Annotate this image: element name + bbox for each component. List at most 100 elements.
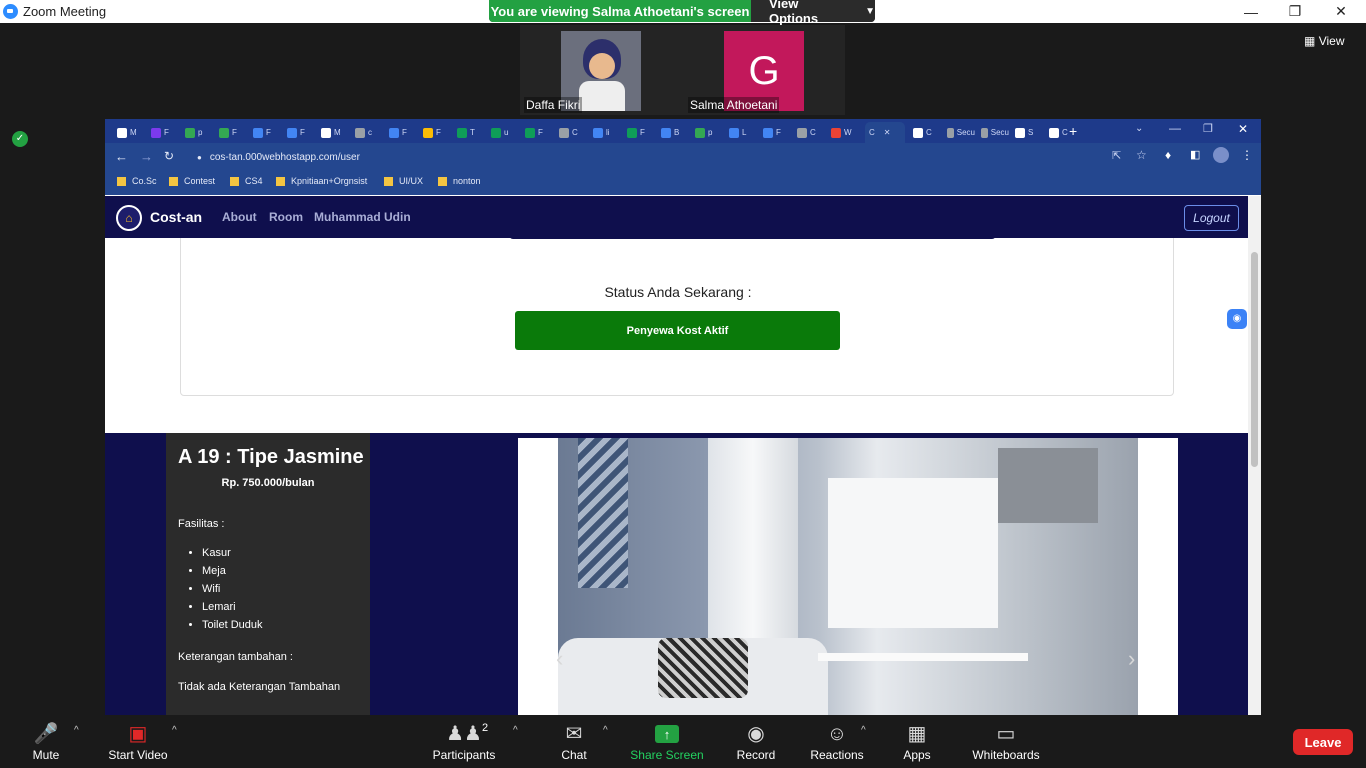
browser-minimize-icon[interactable]: — (1169, 121, 1181, 135)
whiteboards-button[interactable]: ▭ Whiteboards (970, 715, 1042, 768)
browser-close-icon[interactable]: ✕ (1238, 122, 1248, 136)
chat-icon: ✉ (565, 723, 583, 745)
browser-tab[interactable]: Secu (943, 122, 975, 143)
bookmark-folder[interactable]: UI/UX (384, 176, 423, 186)
tab-close-icon[interactable]: ✕ (884, 128, 891, 137)
browser-tab[interactable]: M (317, 122, 349, 143)
bookmark-folder[interactable]: CS4 (230, 176, 263, 186)
home-logo-icon[interactable]: ⌂ (116, 205, 142, 231)
reload-icon[interactable]: ↻ (164, 149, 174, 163)
back-icon[interactable]: ← (115, 149, 128, 164)
bookmark-folder[interactable]: Kpnitiaan+Orgnsist (276, 176, 367, 186)
browser-restore-icon[interactable]: ❐ (1203, 122, 1213, 135)
extensions-icon[interactable]: ♦ (1165, 148, 1171, 162)
forward-icon[interactable]: → (140, 149, 153, 164)
browser-tab[interactable]: Secu (977, 122, 1009, 143)
tab-label: F (300, 128, 305, 137)
bookmark-folder[interactable]: nonton (438, 176, 481, 186)
browser-tab[interactable]: F (283, 122, 315, 143)
bookmark-label: UI/UX (399, 176, 424, 186)
chevron-up-icon[interactable]: ^ (172, 725, 177, 736)
browser-tab[interactable]: M (113, 122, 145, 143)
profile-avatar[interactable] (1213, 147, 1229, 163)
participant-tile[interactable]: G Salma Athoetani (684, 31, 844, 113)
tab-label: li (606, 128, 610, 137)
nav-about[interactable]: About (222, 210, 257, 224)
extra-info-label: Keterangan tambahan : (178, 651, 293, 663)
browser-tab[interactable]: F (623, 122, 655, 143)
view-options-button[interactable]: View Options ▼ (751, 0, 875, 26)
browser-tab[interactable]: u (487, 122, 519, 143)
window-title: Zoom Meeting (23, 4, 107, 19)
share-screen-button[interactable]: ↑ Share Screen (630, 715, 704, 768)
tab-search-icon[interactable]: ⌄ (1135, 123, 1143, 134)
apps-button[interactable]: ▦ Apps (898, 715, 936, 768)
scrollbar-thumb[interactable] (1251, 252, 1258, 467)
browser-tab[interactable]: F (759, 122, 791, 143)
minimize-icon[interactable]: — (1228, 0, 1274, 23)
browser-tab[interactable]: F (385, 122, 417, 143)
view-layout-button[interactable]: ▦ View (1304, 34, 1344, 48)
close-icon[interactable]: ✕ (1318, 0, 1364, 23)
new-tab-icon[interactable]: + (1069, 123, 1077, 139)
browser-tab[interactable]: li (589, 122, 621, 143)
browser-tab[interactable]: T (453, 122, 485, 143)
floating-widget-icon[interactable]: ◉ (1227, 309, 1247, 329)
browser-tab[interactable]: F (249, 122, 281, 143)
bookmark-folder[interactable]: Contest (169, 176, 215, 186)
bookmark-folder[interactable]: Co.Sc (117, 176, 157, 186)
restore-icon[interactable]: ❐ (1272, 0, 1318, 23)
browser-tab[interactable]: F (419, 122, 451, 143)
reactions-button[interactable]: ☺ Reactions (808, 715, 866, 768)
browser-tab-active[interactable]: C ✕ (865, 122, 905, 143)
browser-tab[interactable]: p (691, 122, 723, 143)
tab-favicon-icon (423, 127, 433, 138)
share-icon[interactable]: ⇱ (1112, 149, 1121, 162)
start-video-button[interactable]: ▣ Start Video (104, 715, 172, 768)
nav-user-name[interactable]: Muhammad Udin (314, 210, 411, 224)
room-photo-carousel[interactable]: ‹ › (518, 438, 1178, 715)
browser-tab[interactable]: c (351, 122, 383, 143)
address-bar[interactable]: ● cos-tan.000webhostapp.com/user (187, 147, 1167, 167)
chevron-up-icon[interactable]: ^ (74, 725, 79, 736)
start-video-label: Start Video (108, 748, 168, 762)
chevron-up-icon[interactable]: ^ (603, 725, 608, 736)
chevron-up-icon[interactable]: ^ (513, 725, 518, 736)
participant-tile[interactable]: Daffa Fikri (520, 31, 680, 113)
record-button[interactable]: ◉ Record (733, 715, 779, 768)
browser-tab[interactable]: C (555, 122, 587, 143)
tab-label: c (368, 128, 372, 137)
browser-tab[interactable]: S (1011, 122, 1043, 143)
logout-button[interactable]: Logout (1184, 205, 1239, 231)
mute-button[interactable]: 🎤 Mute (22, 715, 70, 768)
browser-tab[interactable]: F (521, 122, 553, 143)
grid-icon: ▦ (1304, 34, 1316, 48)
brand-name[interactable]: Cost-an (150, 209, 202, 225)
sidepanel-icon[interactable]: ◧ (1190, 148, 1200, 161)
browser-tab[interactable]: C (793, 122, 825, 143)
tab-label: F (640, 128, 645, 137)
tab-label: p (708, 128, 713, 137)
tab-favicon-icon (981, 127, 988, 138)
folder-icon (230, 176, 239, 186)
leave-button[interactable]: Leave (1293, 729, 1353, 755)
nav-room[interactable]: Room (269, 210, 303, 224)
encryption-shield-icon[interactable]: ✓ (12, 131, 28, 147)
status-badge[interactable]: Penyewa Kost Aktif (515, 311, 840, 350)
menu-dots-icon[interactable]: ⋮ (1241, 148, 1253, 162)
carousel-next-icon[interactable]: › (1128, 646, 1135, 672)
chevron-up-icon[interactable]: ^ (861, 725, 866, 736)
browser-tab[interactable]: B (657, 122, 689, 143)
browser-tab[interactable]: F (215, 122, 247, 143)
browser-tab[interactable]: p (181, 122, 213, 143)
tab-label: u (504, 128, 509, 137)
browser-tab[interactable]: C (909, 122, 941, 143)
browser-tab[interactable]: F (147, 122, 179, 143)
browser-tab[interactable]: L (725, 122, 757, 143)
carousel-prev-icon[interactable]: ‹ (556, 646, 563, 672)
chat-button[interactable]: ✉ Chat (552, 715, 596, 768)
meeting-toolbar: 🎤 Mute ^ ▣ Start Video ^ ♟♟ Participants… (0, 715, 1366, 768)
status-label: Status Anda Sekarang : (604, 284, 752, 300)
browser-tab[interactable]: W (827, 122, 859, 143)
bookmark-star-icon[interactable]: ☆ (1136, 148, 1147, 162)
